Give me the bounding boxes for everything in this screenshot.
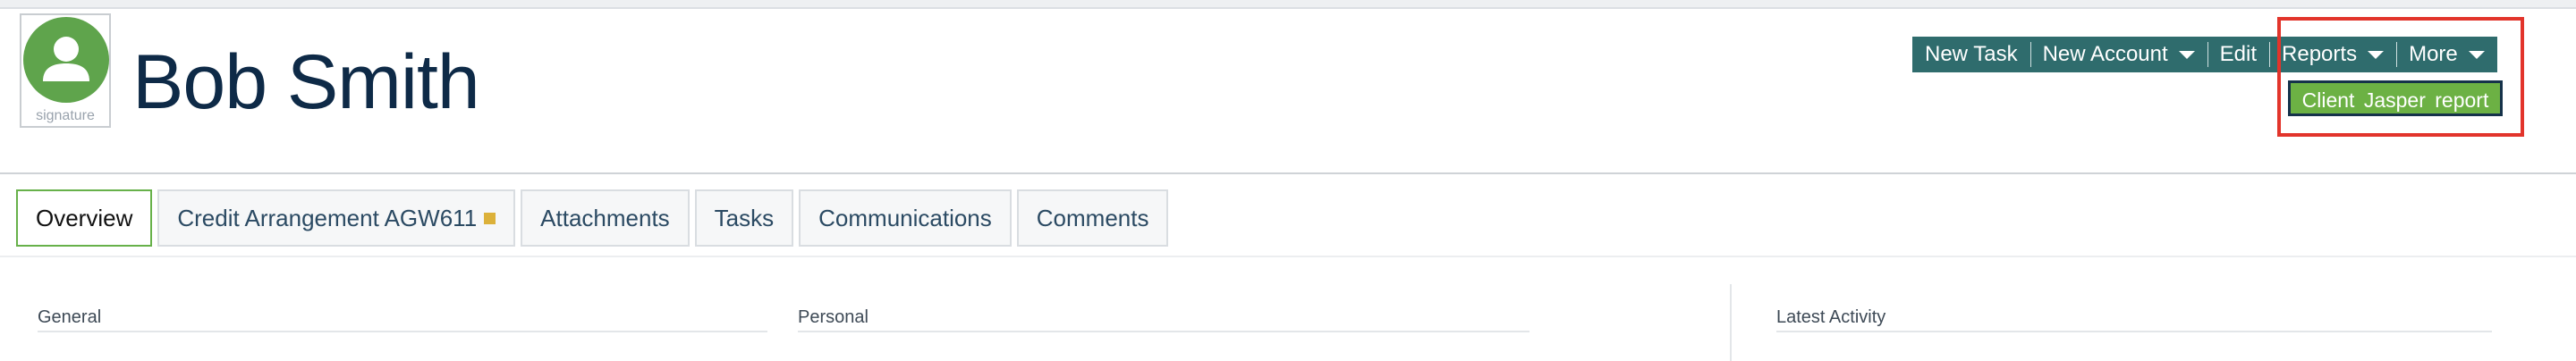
edit-button[interactable]: Edit [2207,37,2269,72]
tab-bar: Overview Credit Arrangement AGW611 Attac… [16,189,1169,247]
top-strip [0,0,2576,7]
avatar[interactable]: signature [20,13,111,128]
new-account-label: New Account [2042,42,2168,66]
header-divider [0,172,2576,174]
new-task-button[interactable]: New Task [1912,37,2030,72]
section-general-rule [38,331,767,332]
flag-icon [484,212,496,224]
tab-tasks[interactable]: Tasks [694,189,794,247]
section-personal-title: Personal [798,307,869,327]
edit-label: Edit [2219,42,2258,66]
tab-communications[interactable]: Communications [799,189,1012,247]
tab-label: Communications [818,205,992,231]
avatar-caption: signature [36,108,95,123]
top-strip-border [0,7,2576,9]
user-icon [23,17,109,103]
tab-label: Attachments [540,205,670,231]
tab-label: Comments [1036,205,1149,231]
tab-label: Credit Arrangement AGW611 [177,205,478,231]
tab-label: Tasks [714,205,775,231]
client-jasper-report-menu-item[interactable]: Client Jasper report [2288,80,2503,116]
tab-label: Overview [36,205,133,231]
section-latest-activity-rule [1776,331,2492,332]
section-latest-activity-title: Latest Activity [1776,307,1886,327]
tab-credit-arrangement[interactable]: Credit Arrangement AGW611 [157,189,516,247]
section-general-title: General [38,307,102,327]
column-separator [1730,284,1732,361]
tab-overview[interactable]: Overview [16,189,153,247]
new-task-label: New Task [1925,42,2018,66]
highlight-annotation [2277,17,2524,137]
new-account-button[interactable]: New Account [2029,37,2207,72]
tab-comments[interactable]: Comments [1016,189,1169,247]
chevron-down-icon [2178,50,2195,59]
section-personal-rule [798,331,1530,332]
page-title: Bob Smith [132,39,480,125]
tab-attachments[interactable]: Attachments [521,189,690,247]
tabs-divider [0,256,2576,257]
